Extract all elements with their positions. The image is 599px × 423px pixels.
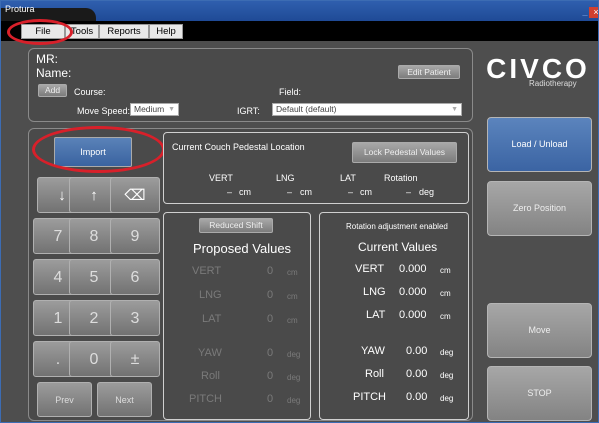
stop-button[interactable]: STOP — [487, 366, 592, 421]
proposed-unit-pitch: deg — [287, 396, 301, 405]
loc-header-lng: LNG — [276, 173, 295, 183]
igrt-select[interactable]: Default (default) ▼ — [272, 103, 462, 116]
menu-tools[interactable]: Tools — [65, 24, 99, 39]
current-unit-vert: cm — [440, 266, 451, 275]
patient-panel: MR: Name: Edit Patient Add Course: Field… — [28, 48, 473, 122]
current-value-vert: 0.000 — [399, 263, 427, 275]
proposed-unit-vert: cm — [287, 268, 298, 277]
import-button[interactable]: Import — [54, 137, 132, 167]
mr-label: MR: — [36, 52, 58, 66]
loc-value-lat: – — [348, 187, 354, 197]
proposed-label-vert: VERT — [192, 265, 222, 277]
current-unit-yaw: deg — [440, 348, 454, 357]
key-6[interactable]: 6 — [110, 259, 160, 295]
current-value-lng: 0.000 — [399, 286, 427, 298]
move-button[interactable]: Move — [487, 303, 592, 358]
current-unit-roll: deg — [440, 371, 454, 380]
current-values-title: Current Values — [358, 240, 438, 254]
menu-help[interactable]: Help — [149, 24, 183, 39]
application-window: Protura _ × File Tools Reports Help MR: … — [0, 0, 599, 423]
proposed-value-yaw: 0 — [267, 347, 274, 359]
current-label-pitch: PITCH — [353, 391, 386, 403]
course-label: Course: — [74, 87, 106, 97]
current-value-lat: 0.000 — [399, 309, 427, 321]
reduced-shift-button[interactable]: Reduced Shift — [199, 218, 273, 233]
proposed-label-yaw: YAW — [198, 347, 222, 359]
proposed-values-title: Proposed Values — [193, 241, 292, 256]
edit-patient-button[interactable]: Edit Patient — [398, 65, 460, 79]
current-value-pitch: 0.00 — [406, 391, 428, 403]
loc-unit-vert: cm — [239, 187, 251, 197]
proposed-value-vert: 0 — [267, 265, 274, 277]
loc-header-rotation: Rotation — [384, 173, 418, 183]
window-title: Protura — [5, 4, 35, 14]
igrt-label: IGRT: — [237, 106, 260, 116]
current-location-title: Current Couch Pedestal Location — [172, 142, 305, 152]
current-unit-lng: cm — [440, 289, 451, 298]
loc-header-vert: VERT — [209, 173, 233, 183]
current-label-vert: VERT — [355, 263, 385, 275]
brand-subtitle: Radiotherapy — [529, 79, 577, 88]
menu-bar: File Tools Reports Help — [1, 21, 598, 41]
load-unload-button[interactable]: Load / Unload — [487, 117, 592, 172]
zero-position-button[interactable]: Zero Position — [487, 181, 592, 236]
name-label: Name: — [36, 66, 72, 80]
proposed-unit-lng: cm — [287, 292, 298, 301]
current-label-lng: LNG — [363, 286, 386, 298]
loc-value-lng: – — [287, 187, 293, 197]
proposed-label-roll: Roll — [201, 370, 220, 382]
move-speed-value: Medium — [134, 104, 165, 114]
lock-pedestal-button[interactable]: Lock Pedestal Values — [352, 142, 457, 163]
key-plus-minus[interactable]: ± — [110, 341, 160, 377]
move-speed-select[interactable]: Medium ▼ — [130, 103, 179, 116]
next-button[interactable]: Next — [97, 382, 152, 417]
proposed-value-lat: 0 — [267, 313, 274, 325]
field-label: Field: — [279, 87, 302, 97]
current-label-roll: Roll — [365, 368, 384, 380]
proposed-unit-lat: cm — [287, 316, 298, 325]
loc-unit-rotation: deg — [419, 187, 435, 197]
loc-value-rotation: – — [406, 187, 412, 197]
proposed-label-pitch: PITCH — [189, 393, 222, 405]
menu-file[interactable]: File — [21, 24, 65, 39]
rotation-adjustment-note: Rotation adjustment enabled — [346, 222, 448, 231]
current-value-yaw: 0.00 — [406, 345, 428, 357]
backspace-key[interactable]: ⌫ — [110, 177, 160, 213]
igrt-value: Default (default) — [276, 104, 337, 114]
loc-unit-lat: cm — [360, 187, 372, 197]
loc-value-vert: – — [227, 187, 233, 197]
proposed-label-lat: LAT — [202, 313, 222, 325]
key-3[interactable]: 3 — [110, 300, 160, 336]
prev-button[interactable]: Prev — [37, 382, 92, 417]
proposed-value-pitch: 0 — [267, 393, 274, 405]
chevron-down-icon: ▼ — [451, 106, 458, 113]
add-course-button[interactable]: Add — [38, 84, 67, 97]
proposed-unit-roll: deg — [287, 373, 301, 382]
menu-reports[interactable]: Reports — [99, 24, 149, 39]
chevron-down-icon: ▼ — [168, 106, 175, 113]
move-speed-label: Move Speed: — [77, 106, 131, 116]
loc-header-lat: LAT — [340, 173, 356, 183]
current-value-roll: 0.00 — [406, 368, 428, 380]
proposed-label-lng: LNG — [199, 289, 222, 301]
title-bar: Protura _ × — [1, 1, 598, 21]
current-unit-pitch: deg — [440, 394, 454, 403]
proposed-value-roll: 0 — [267, 370, 274, 382]
loc-unit-lng: cm — [300, 187, 312, 197]
current-label-yaw: YAW — [361, 345, 385, 357]
current-label-lat: LAT — [366, 309, 386, 321]
proposed-unit-yaw: deg — [287, 350, 301, 359]
current-unit-lat: cm — [440, 312, 451, 321]
close-icon[interactable]: × — [589, 7, 598, 18]
key-9[interactable]: 9 — [110, 218, 160, 254]
proposed-value-lng: 0 — [267, 289, 274, 301]
